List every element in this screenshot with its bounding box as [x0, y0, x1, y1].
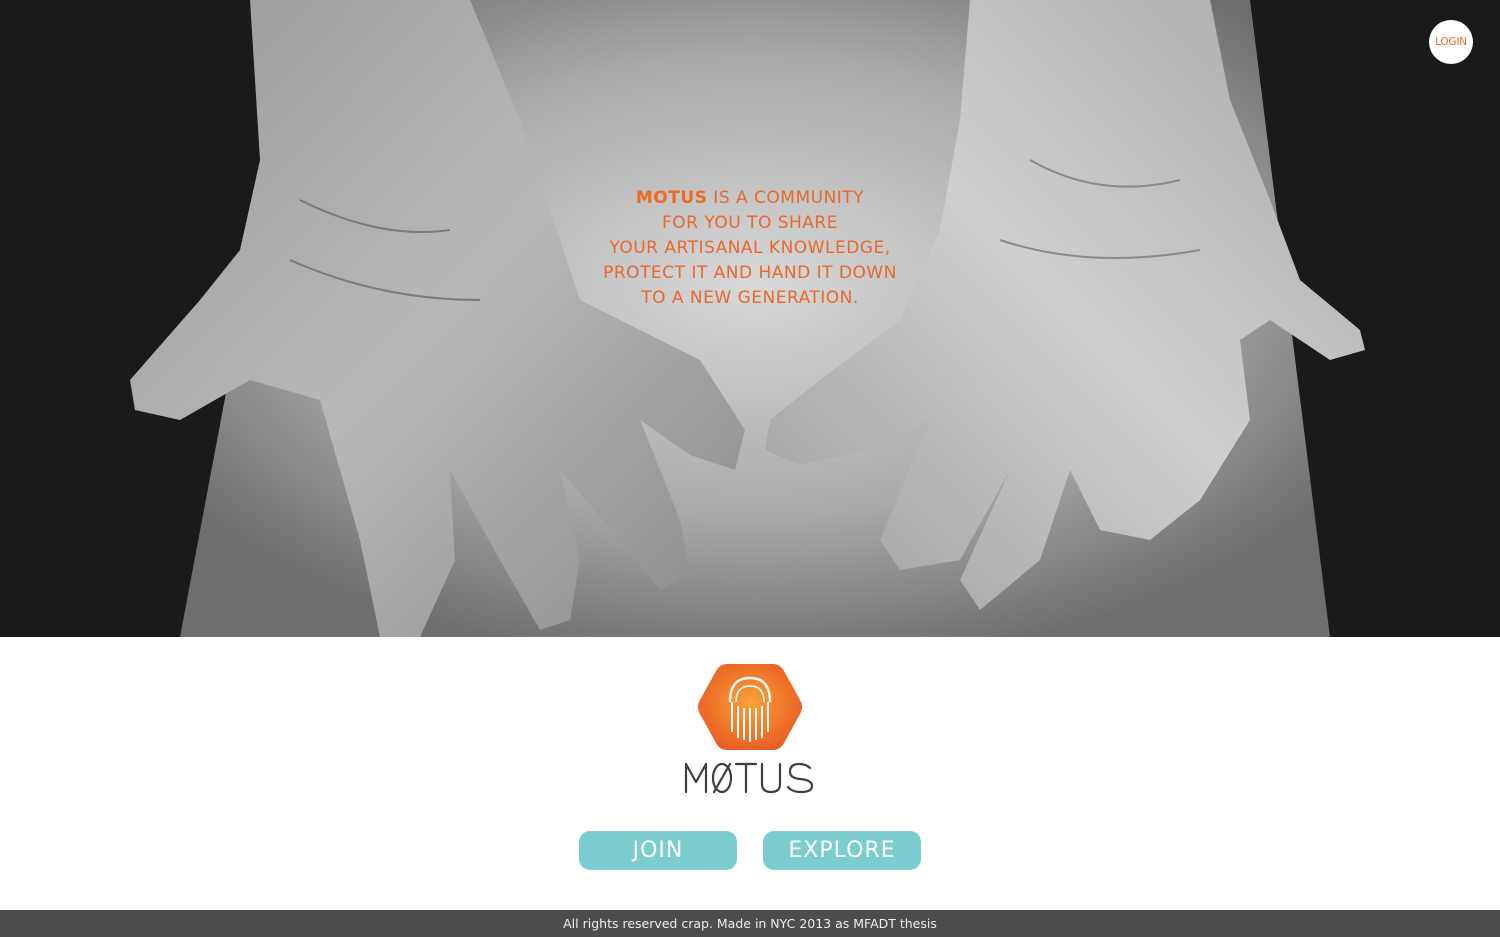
login-button[interactable]: LOGIN: [1429, 20, 1473, 64]
footer: All rights reserved crap. Made in NYC 20…: [0, 910, 1500, 937]
tagline-brand: MOTUS: [635, 188, 708, 208]
tagline-line-5: TO A NEW GENERATION.: [641, 288, 859, 308]
motus-hexagon-jellyfish-icon: [684, 664, 814, 794]
hero-tagline: MOTUS IS A COMMUNITY FOR YOU TO SHARE YO…: [550, 186, 950, 311]
join-button[interactable]: JOIN: [579, 831, 737, 870]
explore-button[interactable]: EXPLORE: [763, 831, 921, 870]
motus-wordmark: [684, 762, 814, 794]
motus-logo: [680, 660, 820, 800]
footer-text: All rights reserved crap. Made in NYC 20…: [563, 916, 937, 931]
tagline-line-1-rest: IS A COMMUNITY: [707, 188, 865, 208]
hero-banner: MOTUS IS A COMMUNITY FOR YOU TO SHARE YO…: [0, 0, 1500, 637]
tagline-line-3: YOUR ARTISANAL KNOWLEDGE,: [609, 238, 891, 258]
hero-photo-hands: [0, 0, 1500, 637]
tagline-line-2: FOR YOU TO SHARE: [662, 213, 838, 233]
tagline-line-4: PROTECT IT AND HAND IT DOWN: [603, 263, 897, 283]
tagline-line-1: MOTUS IS A COMMUNITY: [550, 186, 950, 211]
